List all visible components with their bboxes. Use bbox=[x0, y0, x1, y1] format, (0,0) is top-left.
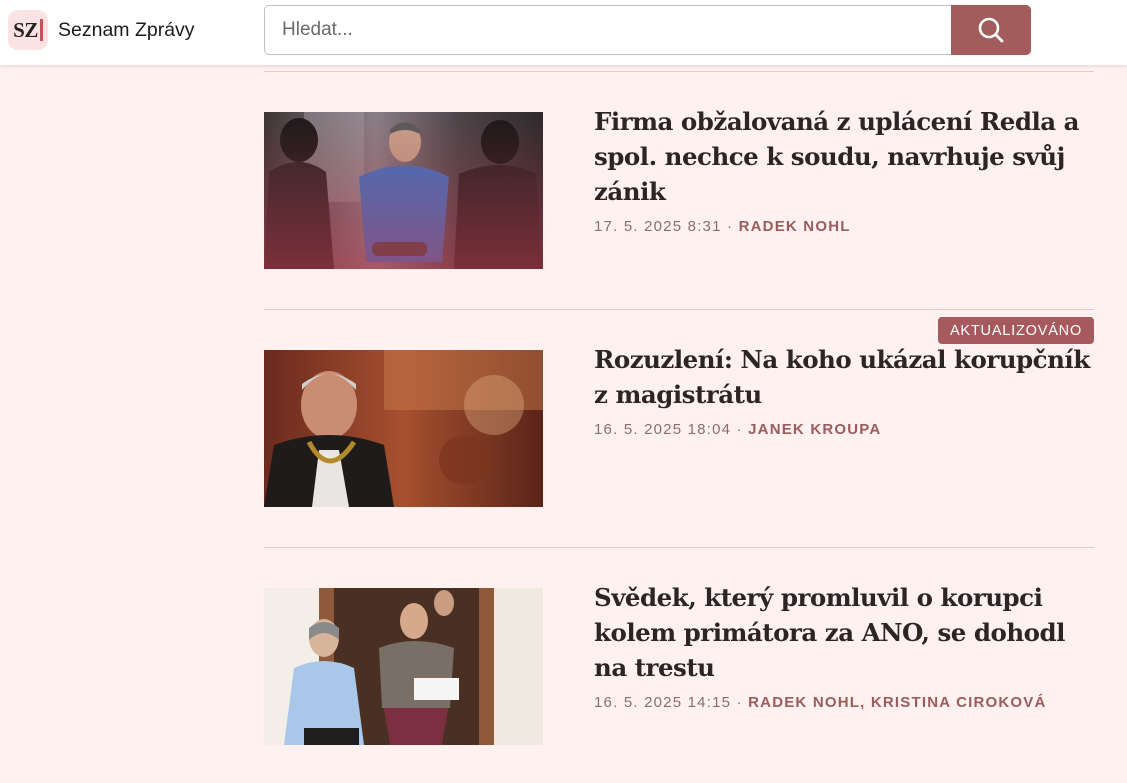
meta-separator: · bbox=[736, 694, 743, 711]
search-button[interactable] bbox=[951, 5, 1031, 55]
article-date: 17. 5. 2025 8:31 bbox=[594, 218, 722, 235]
divider bbox=[264, 71, 1094, 72]
article-meta: 16. 5. 2025 14:15 · Radek Nohl, Kristina… bbox=[594, 694, 1047, 711]
meta-separator: · bbox=[736, 421, 743, 438]
meta-separator: · bbox=[727, 218, 734, 235]
site-name[interactable]: Seznam Zprávy bbox=[58, 19, 195, 42]
article-item[interactable]: Firma obžalovaná z uplácení Redla a spol… bbox=[264, 107, 1094, 272]
search-input[interactable] bbox=[264, 5, 954, 55]
article-title[interactable]: Rozuzlení: Na koho ukázal korupčník z ma… bbox=[594, 342, 1094, 412]
updated-badge: AKTUALIZOVÁNO bbox=[938, 317, 1094, 344]
divider bbox=[264, 547, 1094, 548]
site-header: SZ Seznam Zprávy bbox=[0, 0, 1127, 65]
article-thumbnail[interactable] bbox=[264, 350, 543, 507]
article-author[interactable]: Radek Nohl bbox=[739, 218, 851, 235]
logo-text: SZ bbox=[13, 17, 38, 42]
logo-bar bbox=[39, 19, 43, 41]
site-logo[interactable]: SZ bbox=[8, 10, 48, 50]
article-date: 16. 5. 2025 18:04 bbox=[594, 421, 732, 438]
article-title[interactable]: Svědek, který promluvil o korupci kolem … bbox=[594, 580, 1094, 685]
divider bbox=[264, 309, 1094, 310]
article-title[interactable]: Firma obžalovaná z uplácení Redla a spol… bbox=[594, 104, 1094, 209]
article-item[interactable]: Rozuzlení: Na koho ukázal korupčník z ma… bbox=[264, 345, 1094, 510]
article-meta: 16. 5. 2025 18:04 · Janek Kroupa bbox=[594, 421, 881, 438]
article-date: 16. 5. 2025 14:15 bbox=[594, 694, 732, 711]
article-author[interactable]: Janek Kroupa bbox=[748, 421, 881, 438]
article-item[interactable]: Svědek, který promluvil o korupci kolem … bbox=[264, 583, 1094, 748]
article-thumbnail[interactable] bbox=[264, 588, 543, 745]
article-thumbnail[interactable] bbox=[264, 112, 543, 269]
article-author[interactable]: Radek Nohl, Kristina Ciroková bbox=[748, 694, 1046, 711]
search-icon bbox=[978, 17, 1004, 43]
article-meta: 17. 5. 2025 8:31 · Radek Nohl bbox=[594, 218, 851, 235]
